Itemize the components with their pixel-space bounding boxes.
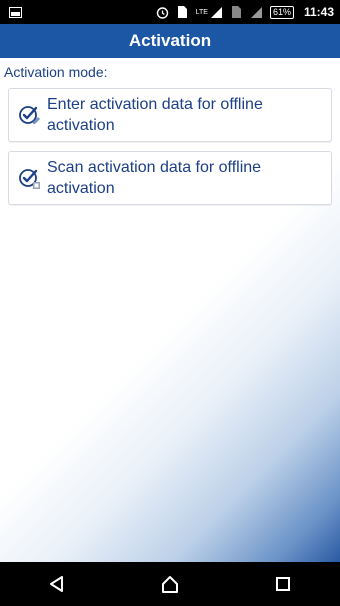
alarm-icon xyxy=(156,5,170,19)
main-content: Activation mode: Enter activation data f… xyxy=(0,58,340,562)
home-icon xyxy=(161,576,178,593)
scan-activation-data-option[interactable]: Scan activation data for offline activat… xyxy=(8,151,332,205)
back-button[interactable] xyxy=(37,564,77,604)
activation-mode-label: Activation mode: xyxy=(4,64,108,80)
recents-button[interactable] xyxy=(263,564,303,604)
signal-icon xyxy=(210,5,224,19)
back-triangle-icon xyxy=(49,576,63,592)
signal-2-icon xyxy=(250,5,264,19)
page-title: Activation xyxy=(0,24,340,58)
enter-activation-data-option[interactable]: Enter activation data for offline activa… xyxy=(8,88,332,142)
enter-activation-data-label: Enter activation data for offline activa… xyxy=(47,96,263,134)
sim-2-icon xyxy=(230,5,244,19)
image-notification-icon xyxy=(8,5,22,19)
sim-icon xyxy=(176,5,190,19)
checkmark-scan-icon xyxy=(17,165,43,191)
home-button[interactable] xyxy=(150,564,190,604)
checkmark-edit-icon xyxy=(17,102,43,128)
recents-square-icon xyxy=(276,577,291,591)
lte-label: LTE xyxy=(195,8,208,16)
battery-indicator: 61% xyxy=(269,5,294,19)
navigation-bar xyxy=(0,562,340,606)
clock: 11:43 xyxy=(303,5,334,19)
status-bar: LTE 61% 11:43 xyxy=(0,0,340,24)
scan-activation-data-label: Scan activation data for offline activat… xyxy=(47,159,262,197)
